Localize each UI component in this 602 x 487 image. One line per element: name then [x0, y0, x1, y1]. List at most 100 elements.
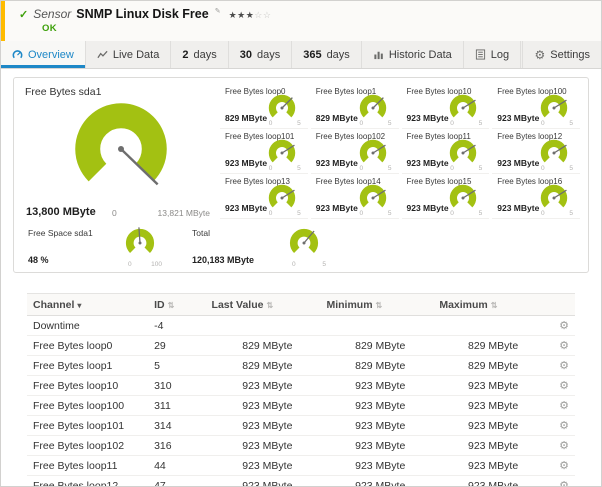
priority-stars[interactable]: ★★★☆☆ [229, 10, 272, 21]
primary-gauge-scale-max: 13,821 MByte [157, 208, 210, 218]
gauge-icon [12, 49, 23, 60]
channel-gauge-scale: 05 [541, 165, 573, 172]
channel-settings-icon[interactable]: ⚙ [559, 420, 569, 432]
channel-gauge-grid: Free Bytes loop0 829 MByte 05 Free Bytes… [220, 84, 580, 220]
summary-gauge-card[interactable]: Total 120,183 MByte 05 [192, 225, 342, 268]
column-header[interactable]: Minimum ⇅ [320, 293, 434, 316]
primary-channel-gauge-card[interactable]: Free Bytes sda1 13,800 MByte 0 13,821 MB… [22, 84, 220, 220]
channel-minimum-cell: 923 MByte [320, 435, 434, 456]
column-header[interactable]: Maximum ⇅ [433, 293, 547, 316]
sort-icon: ⇅ [375, 301, 383, 310]
column-header[interactable]: ID ⇅ [148, 293, 206, 316]
channel-name-cell[interactable]: Free Bytes loop10 [27, 375, 149, 396]
channel-id-cell: 44 [148, 455, 206, 476]
channel-id-cell: -4 [148, 315, 206, 336]
channel-gauge-value: 923 MByte [406, 203, 449, 213]
channel-name-cell[interactable]: Free Bytes loop1 [27, 355, 149, 376]
channel-table: Channel ▾ ID ⇅ Last Value ⇅ Minimum ⇅ Maximu… [27, 293, 575, 486]
channel-gauge [358, 138, 388, 168]
summary-gauge [288, 227, 320, 259]
channel-gauge [448, 183, 478, 213]
table-row-316[interactable]: Free Bytes loop102 316 923 MByte 923 MBy… [27, 435, 575, 456]
table-row-310[interactable]: Free Bytes loop10 310 923 MByte 923 MByt… [27, 375, 575, 396]
tab-live-data[interactable]: Live Data [86, 41, 172, 68]
channel-gauge [358, 93, 388, 123]
sensor-title: SNMP Linux Disk Free [76, 7, 209, 21]
tab-historic-data[interactable]: Historic Data [362, 41, 464, 68]
channel-gauge-value: 923 MByte [315, 158, 358, 168]
channel-settings-icon[interactable]: ⚙ [559, 440, 569, 452]
gear-icon: ⚙ [534, 47, 546, 62]
tab-settings[interactable]: ⚙ Settings [522, 41, 601, 68]
channel-gauge-scale: 05 [268, 120, 301, 127]
sensor-page: ✓ Sensor SNMP Linux Disk Free ✎ ★★★☆☆ OK… [0, 0, 602, 487]
channel-settings-icon[interactable]: ⚙ [559, 380, 569, 392]
channel-name-cell[interactable]: Free Bytes loop0 [27, 335, 149, 356]
channel-lastvalue-cell: 923 MByte [205, 455, 321, 476]
channel-gauge-card[interactable]: Free Bytes loop16 923 MByte 05 [492, 174, 580, 219]
channel-name-cell[interactable]: Free Bytes loop102 [27, 435, 149, 456]
overview-content: Free Bytes sda1 13,800 MByte 0 13,821 MB… [1, 69, 601, 486]
channel-settings-icon[interactable]: ⚙ [559, 460, 569, 472]
channel-lastvalue-cell: 829 MByte [205, 335, 321, 356]
tab-overview[interactable]: Overview [1, 41, 86, 68]
channel-gauge-scale: 05 [268, 165, 301, 172]
channel-gauge-card[interactable]: Free Bytes loop12 923 MByte 05 [492, 129, 580, 174]
channel-gauge-card[interactable]: Free Bytes loop11 923 MByte 05 [401, 129, 490, 174]
channel-gauge-scale: 05 [541, 120, 573, 127]
channel-gauge-card[interactable]: Free Bytes loop13 923 MByte 05 [220, 174, 308, 219]
table-row-29[interactable]: Free Bytes loop0 29 829 MByte 829 MByte … [27, 335, 575, 356]
channel-maximum-cell: 923 MByte [433, 475, 547, 486]
channel-gauge-card[interactable]: Free Bytes loop14 923 MByte 05 [310, 174, 399, 219]
channel-name-cell[interactable]: Free Bytes loop11 [27, 455, 149, 476]
summary-gauge-card[interactable]: Free Space sda1 48 % 0 100 [28, 225, 178, 268]
priority-stars-empty: ☆☆ [254, 10, 272, 20]
channel-name-cell[interactable]: Free Bytes loop100 [27, 395, 149, 416]
tab-30-days[interactable]: 30 days [229, 41, 293, 68]
channel-gauge-card[interactable]: Free Bytes loop10 923 MByte 05 [401, 84, 490, 129]
channel-gauge-card[interactable]: Free Bytes loop100 923 MByte 05 [492, 84, 580, 129]
channel-settings-icon[interactable]: ⚙ [559, 480, 569, 486]
summary-gauge [124, 227, 156, 259]
table-row--4[interactable]: Downtime -4 ⚙ [27, 315, 575, 336]
channel-name-cell[interactable]: Free Bytes loop101 [27, 415, 149, 436]
channel-gauge-card[interactable]: Free Bytes loop101 923 MByte 05 [220, 129, 308, 174]
channel-gauge [358, 183, 388, 213]
channel-name-cell[interactable]: Downtime [27, 315, 149, 336]
table-row-314[interactable]: Free Bytes loop101 314 923 MByte 923 MBy… [27, 415, 575, 436]
channel-settings-icon[interactable]: ⚙ [559, 360, 569, 372]
edit-icon[interactable]: ✎ [215, 7, 221, 15]
channel-gauge-card[interactable]: Free Bytes loop15 923 MByte 05 [401, 174, 490, 219]
tab-2-days[interactable]: 2 days [171, 41, 229, 68]
table-row-47[interactable]: Free Bytes loop12 47 923 MByte 923 MByte… [27, 475, 575, 486]
tab-365-days[interactable]: 365 days [292, 41, 362, 68]
status-check-icon: ✓ [19, 9, 29, 21]
column-header[interactable]: Last Value ⇅ [205, 293, 321, 316]
channel-gauge-value: 923 MByte [406, 158, 449, 168]
channel-settings-icon[interactable]: ⚙ [559, 400, 569, 412]
channel-gauge-value: 923 MByte [225, 203, 268, 213]
table-row-5[interactable]: Free Bytes loop1 5 829 MByte 829 MByte 8… [27, 355, 575, 376]
channel-id-cell: 310 [148, 375, 206, 396]
table-row-44[interactable]: Free Bytes loop11 44 923 MByte 923 MByte… [27, 455, 575, 476]
channel-settings-icon[interactable]: ⚙ [559, 340, 569, 352]
tab-log[interactable]: Log [464, 41, 522, 68]
channel-settings-icon[interactable]: ⚙ [559, 320, 569, 332]
log-icon [475, 49, 486, 60]
channel-table-body: Downtime -4 ⚙ Free Bytes loop0 29 829 MB… [27, 315, 575, 486]
priority-stars-filled: ★★★ [228, 10, 255, 20]
channel-gauge-card[interactable]: Free Bytes loop1 829 MByte 05 [310, 84, 399, 129]
channel-gauge-card[interactable]: Free Bytes loop102 923 MByte 05 [310, 129, 399, 174]
column-header[interactable]: Channel ▾ [27, 293, 149, 316]
channel-gauge-card[interactable]: Free Bytes loop0 829 MByte 05 [220, 84, 308, 129]
channel-gauge-value: 923 MByte [497, 113, 540, 123]
channel-gauge [267, 138, 297, 168]
channel-lastvalue-cell: 923 MByte [205, 475, 321, 486]
channel-maximum-cell: 923 MByte [433, 455, 547, 476]
channel-name-cell[interactable]: Free Bytes loop12 [27, 475, 149, 486]
bar-chart-icon [373, 49, 384, 60]
table-row-311[interactable]: Free Bytes loop100 311 923 MByte 923 MBy… [27, 395, 575, 416]
channel-lastvalue-cell: 923 MByte [205, 395, 321, 416]
channel-id-cell: 29 [148, 335, 206, 356]
primary-gauge-scale-min: 0 [112, 208, 117, 218]
